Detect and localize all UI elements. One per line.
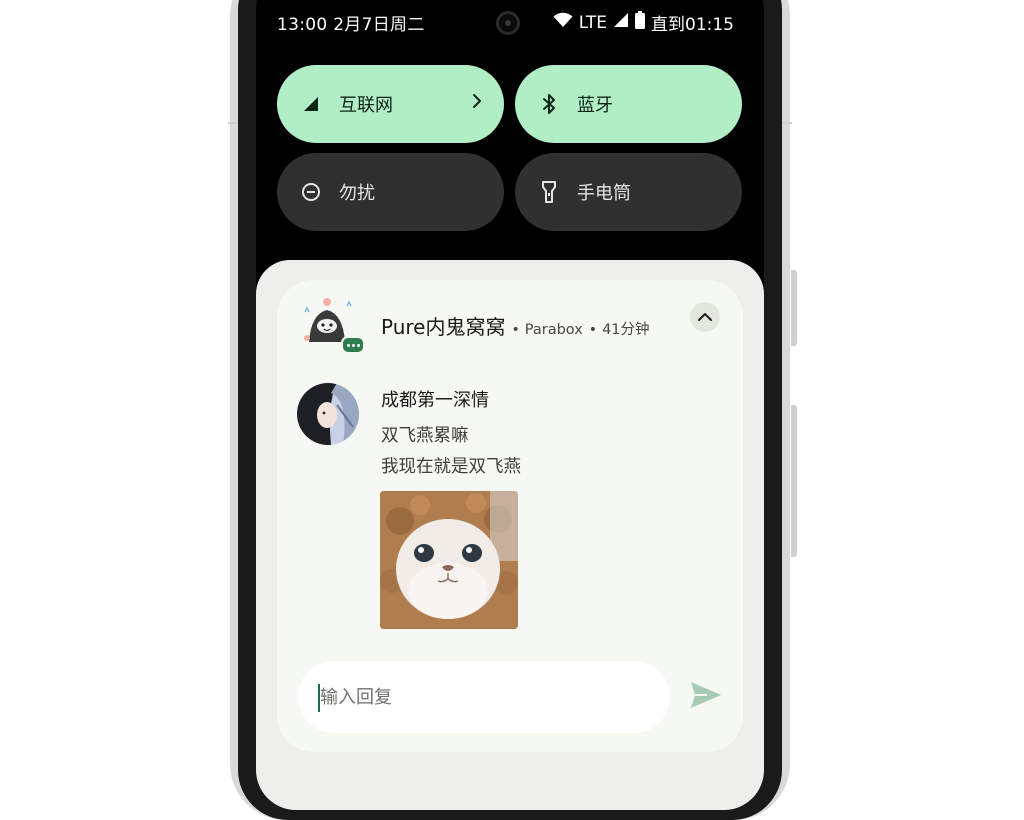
separator-dot: •: [588, 322, 598, 338]
camera-cutout: [496, 11, 520, 35]
sender-name: 成都第一深情: [381, 390, 489, 411]
sender-avatar: [297, 383, 359, 445]
status-time-date: 13:00 2月7日周二: [277, 15, 425, 35]
chevron-right-icon: [472, 93, 482, 113]
volume-button: [791, 405, 797, 557]
tile-flashlight[interactable]: 手电筒: [515, 153, 742, 231]
cell-signal-icon: [613, 12, 629, 33]
collapse-button[interactable]: [690, 302, 720, 332]
reply-input[interactable]: [298, 661, 670, 733]
conversation-title: Pure内鬼窝窝: [381, 315, 506, 339]
tile-internet-label: 互联网: [339, 95, 393, 116]
tile-internet[interactable]: 互联网: [277, 65, 504, 143]
battery-estimate: 直到01:15: [651, 15, 734, 35]
tile-bluetooth-label: 蓝牙: [577, 95, 613, 116]
screen: 13:00 2月7日周二 LTE 直到01:15 互联网 蓝牙 勿扰 手电筒 P…: [256, 0, 764, 810]
message-text: 我现在就是双飞燕: [381, 457, 521, 477]
notification-panel: Pure内鬼窝窝 • Parabox • 41分钟 成都第一深情 双飞燕累嘛 我…: [256, 260, 764, 810]
chat-bubble-icon: [341, 336, 365, 354]
send-icon: [691, 682, 721, 708]
message-image[interactable]: [380, 491, 518, 629]
wifi-icon: [553, 12, 573, 33]
do-not-disturb-icon: [301, 182, 321, 202]
separator-dot: •: [511, 322, 520, 338]
notification-card[interactable]: Pure内鬼窝窝 • Parabox • 41分钟 成都第一深情 双飞燕累嘛 我…: [277, 280, 743, 752]
antenna-line: [228, 122, 238, 124]
time-ago: 41分钟: [602, 322, 650, 338]
flashlight-icon: [539, 181, 559, 203]
network-type: LTE: [578, 12, 607, 33]
power-button: [791, 270, 797, 346]
app-name: Parabox: [524, 322, 583, 338]
notification-header: Pure内鬼窝窝 • Parabox • 41分钟: [381, 311, 650, 340]
status-icons: LTE 直到01:15: [553, 10, 734, 35]
tile-bluetooth[interactable]: 蓝牙: [515, 65, 742, 143]
antenna-line: [782, 122, 792, 124]
text-cursor: [318, 684, 320, 712]
tile-do-not-disturb[interactable]: 勿扰: [277, 153, 504, 231]
tile-flashlight-label: 手电筒: [577, 183, 631, 204]
send-button[interactable]: [689, 680, 723, 710]
status-bar: 13:00 2月7日周二 LTE 直到01:15: [256, 8, 764, 36]
signal-icon: [301, 94, 321, 114]
bluetooth-icon: [539, 94, 559, 114]
chevron-up-icon: [698, 313, 712, 321]
battery-icon: [635, 11, 645, 34]
tile-do-not-disturb-label: 勿扰: [339, 183, 375, 204]
message-text: 双飞燕累嘛: [381, 426, 469, 446]
group-avatar: [295, 292, 365, 356]
